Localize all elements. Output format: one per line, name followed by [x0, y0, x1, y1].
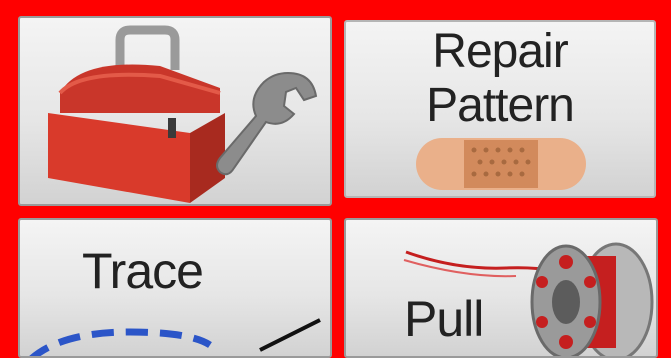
tools-button[interactable] [18, 16, 332, 206]
pull-button[interactable]: Pull [344, 218, 658, 358]
frame-divider [332, 0, 344, 341]
frame-divider [0, 206, 671, 218]
bandage-icon [416, 138, 586, 190]
trace-button[interactable]: Trace [18, 218, 332, 358]
repair-pattern-button[interactable]: Repair Pattern [344, 20, 656, 198]
dashed-curve-icon [29, 318, 321, 356]
wrench-icon [216, 71, 318, 176]
thread-spool-icon [403, 242, 654, 356]
